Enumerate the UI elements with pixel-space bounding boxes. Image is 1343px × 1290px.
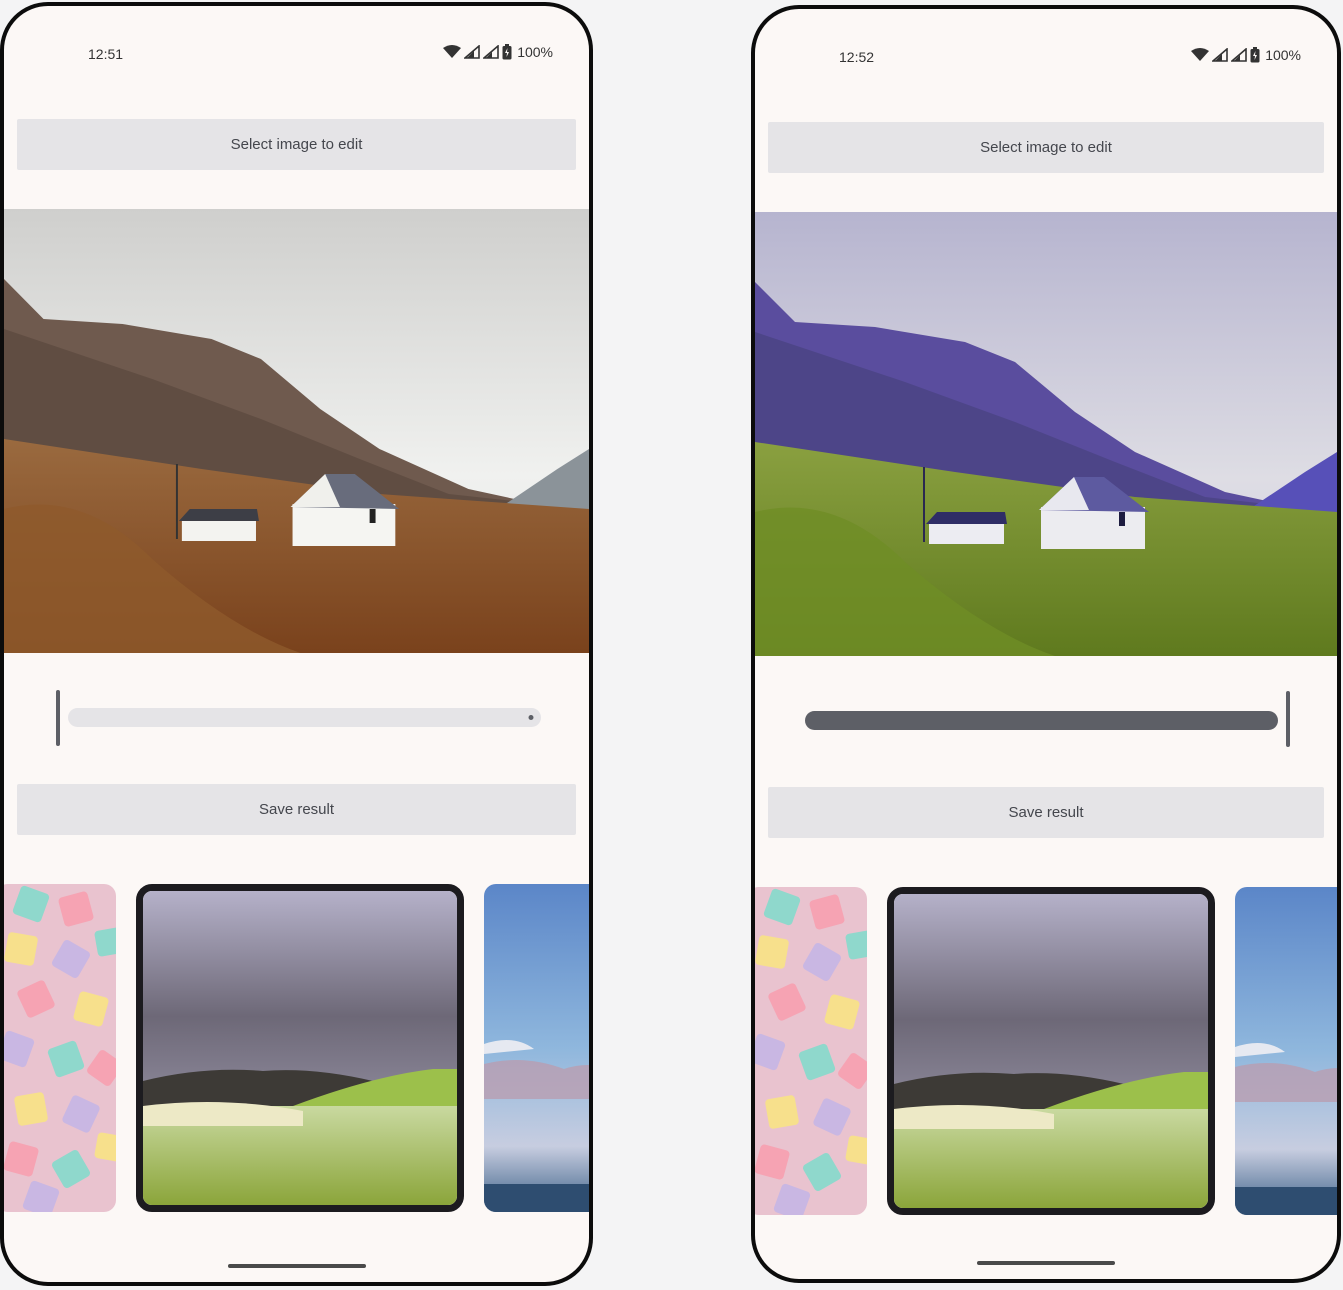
select-image-button[interactable]: Select image to edit xyxy=(768,122,1324,173)
status-bar: 12:51 100% xyxy=(4,42,589,66)
thumbnail-green-meadow[interactable] xyxy=(136,884,464,1212)
signal-icon xyxy=(483,45,499,59)
battery-percent: 100% xyxy=(1265,47,1301,63)
main-photo-filtered xyxy=(755,212,1337,656)
thumbnail-sea-sky[interactable] xyxy=(1235,887,1337,1215)
slider-thumb[interactable] xyxy=(56,690,60,746)
thumbnail-pastel-candy[interactable] xyxy=(4,884,116,1212)
thumbnail-green-meadow[interactable] xyxy=(887,887,1215,1215)
thumbnail-sea-sky[interactable] xyxy=(484,884,589,1212)
wifi-icon xyxy=(443,45,462,58)
status-time: 12:52 xyxy=(839,49,875,65)
image-carousel[interactable] xyxy=(755,887,1337,1217)
status-bar: 12:52 100% xyxy=(755,45,1337,69)
battery-icon xyxy=(502,44,512,60)
filter-slider[interactable] xyxy=(755,689,1337,749)
main-photo xyxy=(4,209,589,653)
slider-active-track xyxy=(805,711,1278,730)
signal-icon xyxy=(1231,48,1247,62)
phone-screen-before: 12:51 100% Select image to edit Save res… xyxy=(0,2,593,1286)
thumbnail-pastel-candy[interactable] xyxy=(755,887,867,1215)
battery-percent: 100% xyxy=(517,44,553,60)
status-time: 12:51 xyxy=(88,46,124,62)
phone-screen-after: 12:52 100% Select image to edit Save res… xyxy=(751,5,1341,1283)
signal-icon xyxy=(1212,48,1228,62)
slider-end-dot xyxy=(528,715,534,720)
image-carousel[interactable] xyxy=(4,884,589,1214)
slider-thumb[interactable] xyxy=(1286,691,1290,747)
home-indicator[interactable] xyxy=(227,1264,366,1268)
save-result-button[interactable]: Save result xyxy=(768,787,1324,838)
filter-slider[interactable] xyxy=(4,686,589,746)
select-image-button[interactable]: Select image to edit xyxy=(17,119,576,170)
home-indicator[interactable] xyxy=(977,1261,1115,1265)
wifi-icon xyxy=(1191,48,1210,61)
slider-inactive-track xyxy=(68,708,541,727)
battery-icon xyxy=(1250,47,1260,63)
save-result-button[interactable]: Save result xyxy=(17,784,576,835)
signal-icon xyxy=(464,45,480,59)
